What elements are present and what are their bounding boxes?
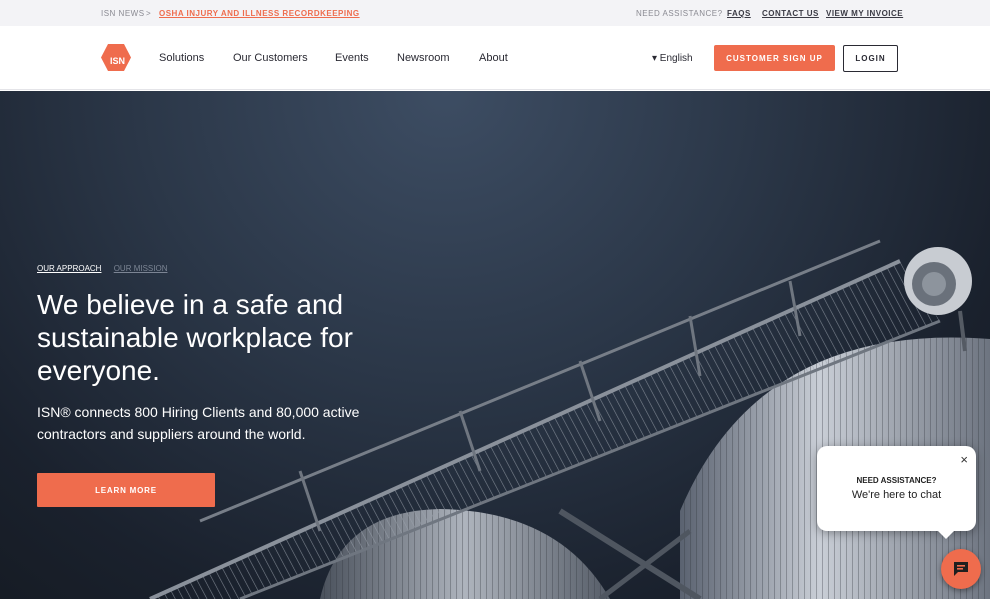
nav-about[interactable]: About: [479, 52, 508, 64]
news-separator: >: [146, 9, 152, 18]
faqs-link[interactable]: FAQS: [727, 9, 751, 18]
chat-prompt[interactable]: × NEED ASSISTANCE? We're here to chat: [817, 446, 976, 539]
chat-heading: NEED ASSISTANCE?: [856, 476, 937, 485]
nav-our-customers[interactable]: Our Customers: [233, 52, 308, 64]
customer-sign-up-button[interactable]: CUSTOMER SIGN UP: [714, 45, 835, 71]
hero-subtitle: ISN® connects 800 Hiring Clients and 80,…: [37, 404, 360, 442]
assistance-label: NEED ASSISTANCE?: [636, 9, 723, 18]
login-button[interactable]: LOGIN: [843, 45, 898, 72]
learn-more-button[interactable]: LEARN MORE: [37, 473, 215, 507]
hero-tabs: OUR APPROACH OUR MISSION: [37, 264, 167, 273]
view-invoice-link[interactable]: VIEW MY INVOICE: [826, 9, 903, 18]
nav-newsroom[interactable]: Newsroom: [397, 52, 450, 64]
main-navbar: ISN Solutions Our Customers Events Newsr…: [0, 26, 990, 90]
contact-us-link[interactable]: CONTACT US: [762, 9, 819, 18]
news-link[interactable]: OSHA INJURY AND ILLNESS RECORDKEEPING: [159, 9, 360, 18]
tab-our-mission[interactable]: OUR MISSION: [114, 264, 168, 273]
nav-events[interactable]: Events: [335, 52, 369, 64]
nav-solutions[interactable]: Solutions: [159, 52, 204, 64]
close-icon[interactable]: ×: [960, 452, 968, 467]
chat-text: We're here to chat: [851, 489, 942, 501]
hero-title: We believe in a safe and sustainable wor…: [37, 289, 353, 386]
logo-text: ISN: [110, 56, 126, 66]
utility-bar: ISN NEWS > OSHA INJURY AND ILLNESS RECOR…: [0, 0, 990, 26]
chat-icon[interactable]: [941, 549, 981, 589]
language-selector[interactable]: ▾ English: [652, 53, 693, 64]
news-label: ISN NEWS: [101, 9, 145, 18]
tab-our-approach[interactable]: OUR APPROACH: [37, 264, 101, 273]
